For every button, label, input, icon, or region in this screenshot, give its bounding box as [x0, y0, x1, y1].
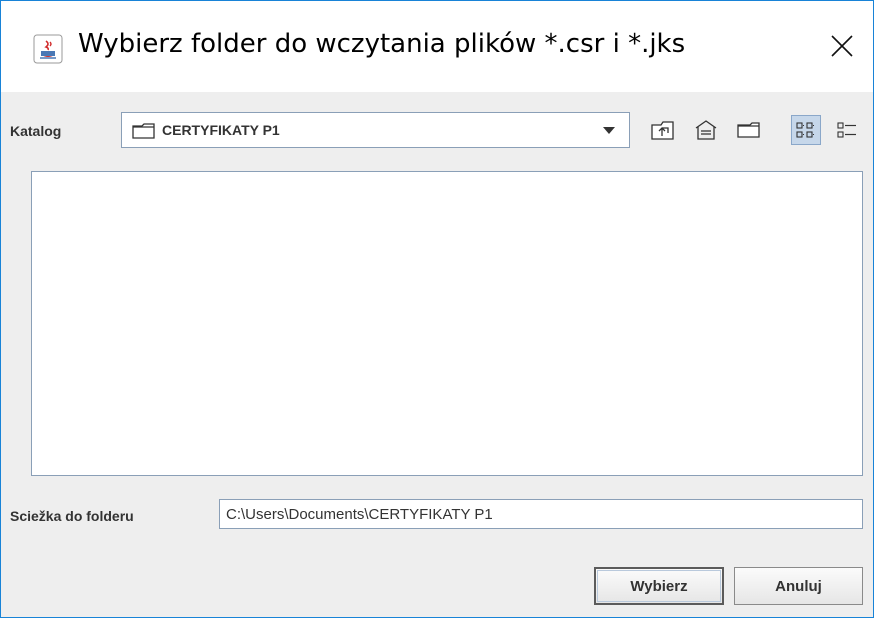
folder-icon [132, 123, 155, 139]
location-label: Katalog [10, 123, 62, 139]
file-chooser-dialog: Wybierz folder do wczytania plików *.csr… [0, 0, 874, 618]
combobox-dropdown-button[interactable] [591, 112, 627, 148]
details-view-icon [837, 122, 856, 138]
select-button[interactable]: Wybierz [594, 567, 724, 605]
file-list-pane[interactable] [31, 171, 863, 476]
java-icon [33, 34, 63, 64]
folder-path-input[interactable]: C:\Users\Documents\CERTYFIKATY P1 [219, 499, 863, 529]
list-view-icon [796, 122, 815, 138]
chevron-down-icon [603, 127, 615, 134]
window-title: Wybierz folder do wczytania plików *.csr… [78, 29, 686, 59]
path-label: Sciežka do folderu [10, 508, 134, 524]
details-view-toggle[interactable] [832, 115, 862, 145]
title-bar: Wybierz folder do wczytania plików *.csr… [1, 1, 873, 92]
close-button[interactable] [819, 23, 865, 69]
up-one-level-button[interactable] [648, 115, 678, 145]
home-button[interactable] [691, 115, 721, 145]
current-folder-value: CERTYFIKATY P1 [162, 122, 280, 138]
home-icon [695, 120, 717, 140]
close-icon [831, 35, 853, 57]
new-folder-button[interactable] [734, 115, 764, 145]
cancel-button[interactable]: Anuluj [734, 567, 863, 605]
location-combobox[interactable]: CERTYFIKATY P1 [121, 112, 630, 148]
new-folder-icon [737, 122, 760, 138]
folder-path-value: C:\Users\Documents\CERTYFIKATY P1 [226, 506, 493, 523]
list-view-toggle[interactable] [791, 115, 821, 145]
up-one-level-icon [651, 121, 674, 140]
